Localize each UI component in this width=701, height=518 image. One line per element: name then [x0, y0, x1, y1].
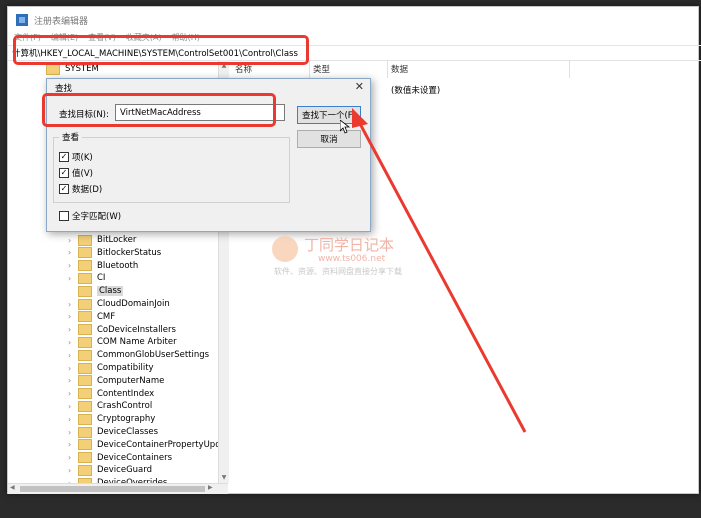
watermark: 丁同学日记本 www.ts006.net 软件、资源、资料网盘直接分享下载	[272, 234, 432, 280]
watermark-subtitle: 软件、资源、资料网盘直接分享下载	[274, 267, 402, 276]
shiba-logo-icon	[272, 236, 298, 262]
watermark-title: 丁同学日记本	[304, 236, 395, 254]
watermark-url: www.ts006.net	[318, 254, 386, 264]
arrow-head-icon	[352, 108, 368, 128]
mouse-cursor-icon	[340, 120, 350, 134]
